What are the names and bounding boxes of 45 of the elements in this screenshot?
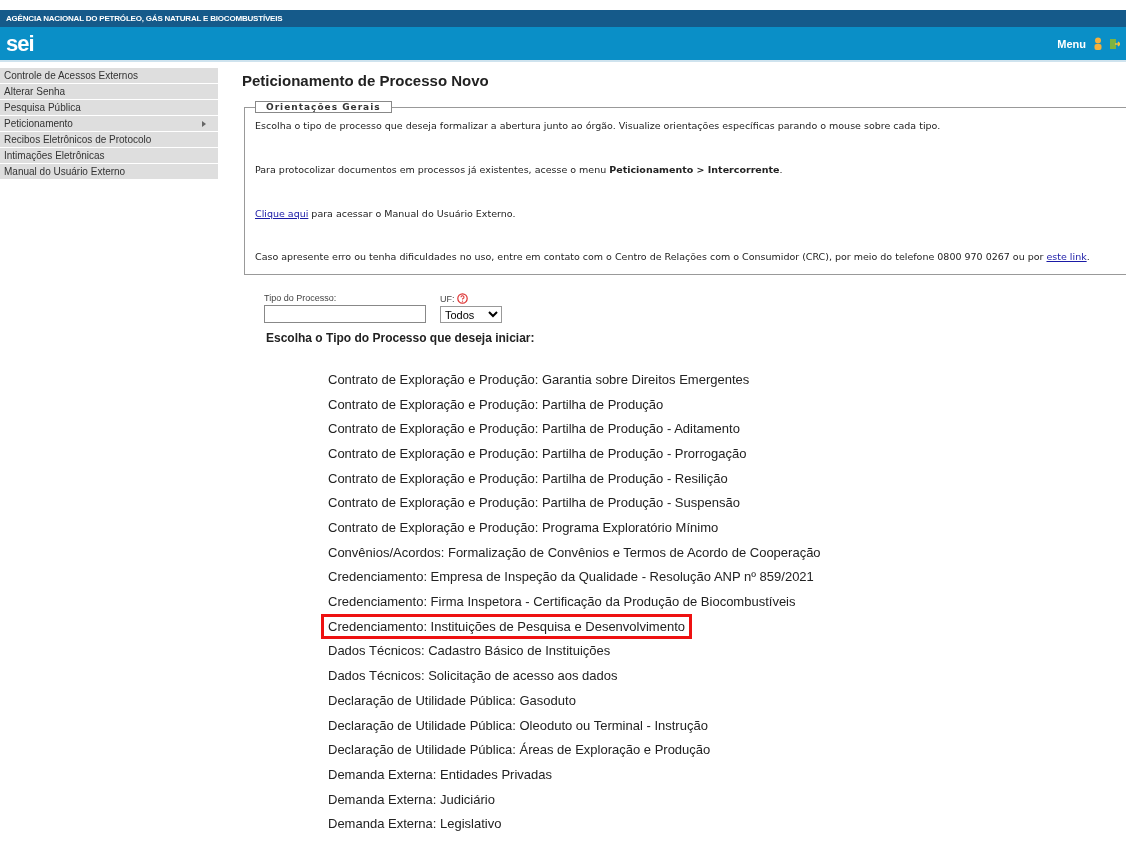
guidance-text: Caso apresente erro ou tenha dificuldades no uso, entre em contato com o Centro de Relações com o Consumidor (CRC), por meio do telefone 0800 970 0267 ou por este link. (255, 250, 1091, 265)
exit-icon[interactable] (1110, 37, 1120, 50)
guidance-text: Clique aqui para acessar o Manual do Usuário Externo. (255, 206, 517, 221)
process-type-link[interactable]: Contrato de Exploração e Produção: Partilha de Produção - Prorrogação (324, 443, 751, 463)
process-type-link[interactable]: Declaração de Utilidade Pública: Oleoduto ou Terminal - Instrução (324, 715, 712, 735)
sidebar-item[interactable]: Controle de Acessos Externos (0, 68, 218, 84)
process-type-link[interactable]: Demanda Externa: Legislativo (324, 814, 506, 834)
link[interactable]: Clique aqui (255, 207, 309, 219)
process-type-link[interactable]: Demanda Externa: Entidades Privadas (324, 764, 556, 784)
sidebar-item[interactable]: Alterar Senha (0, 84, 218, 100)
sidebar-item[interactable]: Manual do Usuário Externo (0, 164, 218, 180)
process-type-link[interactable]: Contrato de Exploração e Produção: Partilha de Produção (324, 394, 668, 414)
process-type-link[interactable]: Dados Técnicos: Solicitação de acesso aos dados (324, 666, 622, 686)
logo[interactable]: sei (6, 30, 34, 57)
user-icon[interactable] (1094, 37, 1102, 50)
panel-legend: Orientações Gerais (255, 101, 392, 113)
sidebar-item[interactable]: Recibos Eletrônicos de Protocolo (0, 132, 218, 148)
guidance-text: Escolha o tipo de processo que deseja formalizar a abertura junto ao órgão. Visualize orientações específicas parando o mouse sobre cada tipo. (255, 119, 942, 133)
menu-link[interactable]: Menu (1057, 37, 1086, 50)
list-heading: Escolha o Tipo do Processo que deseja iniciar: (266, 331, 536, 346)
process-type-link[interactable]: Credenciamento: Empresa de Inspeção da Qualidade - Resolução ANP nº 859/2021 (324, 567, 818, 587)
field-label: Tipo do Processo: (264, 293, 338, 304)
field-label: UF: (440, 293, 455, 304)
sidebar-item[interactable]: Pesquisa Pública (0, 100, 218, 116)
sidebar-item[interactable]: Intimações Eletrônicas (0, 148, 218, 164)
process-type-link[interactable]: Contrato de Exploração e Produção: Partilha de Produção - Resilição (324, 468, 732, 488)
help-icon[interactable] (456, 293, 468, 305)
process-type-link[interactable]: Dados Técnicos: Cadastro Básico de Instituições (324, 641, 615, 661)
guidance-text: Para protocolizar documentos em processos já existentes, acesse o menu Peticionamento > Intercorrente. (255, 162, 784, 177)
agency-name: AGÊNCIA NACIONAL DO PETRÓLEO, GÁS NATURAL E BIOCOMBUSTÍVEIS (6, 14, 283, 23)
process-type-link[interactable]: Contrato de Exploração e Produção: Partilha de Produção - Suspensão (324, 493, 744, 513)
process-type-link[interactable]: Credenciamento: Instituições de Pesquisa e Desenvolvimento (324, 616, 689, 636)
process-type-field[interactable] (264, 305, 426, 324)
link[interactable]: este link (1046, 251, 1087, 263)
process-type-link[interactable]: Demanda Externa: Judiciário (324, 789, 499, 809)
process-type-link[interactable]: Contrato de Exploração e Produção: Programa Exploratório Mínimo (324, 518, 723, 538)
process-type-link[interactable]: Convênios/Acordos: Formalização de Convênios e Termos de Acordo de Cooperação (324, 542, 825, 562)
process-type-link[interactable]: Contrato de Exploração e Produção: Partilha de Produção - Aditamento (324, 419, 744, 439)
sidebar-item[interactable]: Peticionamento (0, 116, 218, 132)
process-type-link[interactable]: Declaração de Utilidade Pública: Áreas de Exploração e Produção (324, 740, 715, 760)
uf-select[interactable]: Todos (440, 306, 502, 324)
process-type-link[interactable]: Declaração de Utilidade Pública: Gasoduto (324, 690, 580, 710)
process-type-link[interactable]: Credenciamento: Firma Inspetora - Certificação da Produção de Biocombustíveis (324, 592, 800, 612)
process-type-link[interactable]: Contrato de Exploração e Produção: Garantia sobre Direitos Emergentes (324, 369, 754, 389)
page-title: Peticionamento de Processo Novo (242, 72, 490, 89)
